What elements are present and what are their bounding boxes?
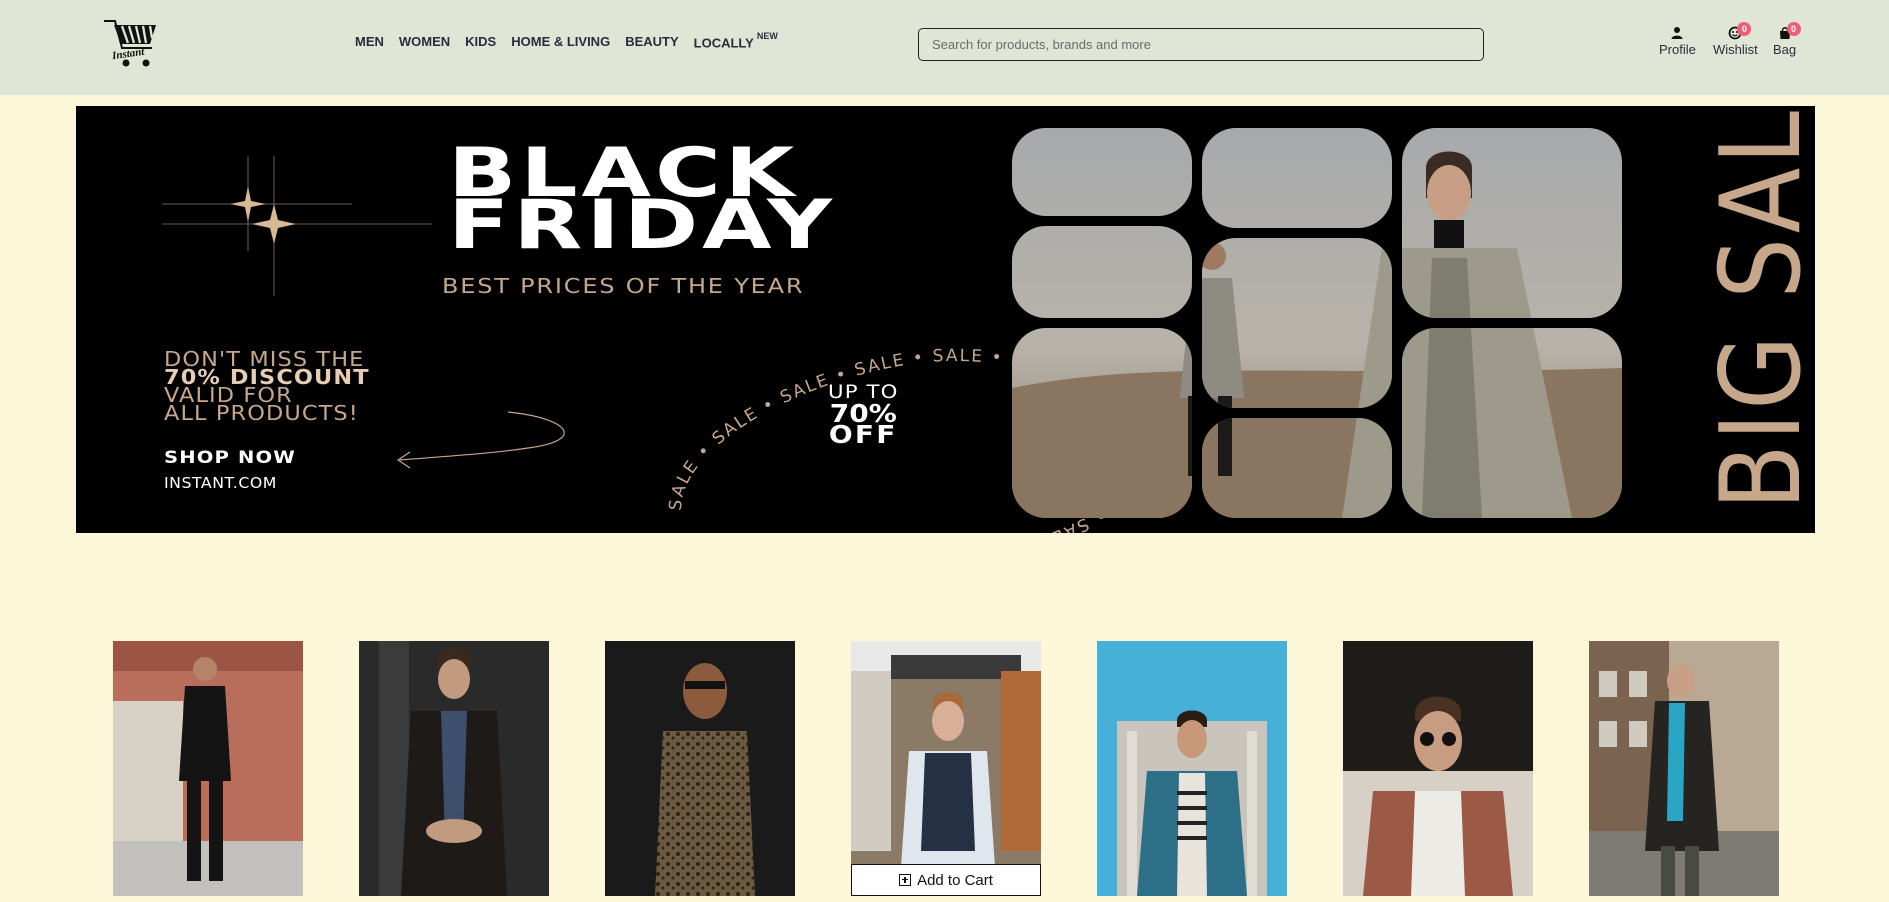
nav-label: WOMEN	[398, 34, 451, 49]
main-nav: MEN WOMEN KIDS HOME & LIVING BEAUTY LOCA…	[355, 31, 793, 51]
product-image	[113, 641, 303, 896]
promo-text: DON'T MISS THE 70% DISCOUNT VALID FOR AL…	[164, 349, 370, 425]
product-image	[359, 641, 549, 896]
person-icon	[1670, 26, 1684, 40]
bag-label: Bag	[1773, 42, 1797, 57]
nav-locally[interactable]: LOCALLY NEW	[693, 31, 778, 51]
search-input[interactable]	[918, 28, 1484, 61]
cart-logo-icon	[104, 20, 156, 67]
nav-women[interactable]: WOMEN	[399, 34, 450, 50]
product-image	[1343, 641, 1533, 896]
bag-count-badge: 0	[1786, 22, 1801, 36]
title-line: FRIDAY	[448, 186, 836, 265]
heart-icon: 0	[1728, 22, 1752, 40]
bag-button[interactable]: 0 Bag	[1773, 22, 1801, 57]
profile-label: Profile	[1659, 42, 1696, 57]
product-image	[1097, 641, 1287, 896]
promo-line: ALL PRODUCTS!	[164, 401, 359, 425]
nav-label: KIDS	[465, 34, 497, 49]
product-card[interactable]: Add to Cart	[851, 641, 1041, 896]
profile-button[interactable]: Profile	[1659, 26, 1696, 57]
offer-line: OFF	[828, 420, 898, 449]
bag-icon: 0	[1778, 22, 1801, 40]
nav-kids[interactable]: KIDS	[465, 34, 496, 50]
banner-title: BLACK FRIDAY	[448, 140, 836, 265]
product-card[interactable]	[1589, 641, 1779, 896]
add-to-cart-label: Add to Cart	[917, 871, 993, 889]
sparkle-icon	[162, 156, 432, 296]
big-sale-vertical-text: BIG SALE	[1696, 106, 1815, 510]
product-image	[1589, 641, 1779, 896]
new-tag: NEW	[756, 31, 778, 41]
instant-logo[interactable]: Instant	[100, 18, 164, 72]
nav-label: BEAUTY	[625, 34, 679, 49]
site-url: INSTANT.COM	[164, 474, 277, 492]
models-photo	[1012, 128, 1622, 518]
wishlist-label: Wishlist	[1713, 42, 1758, 57]
product-card[interactable]	[1343, 641, 1533, 896]
shop-now-link[interactable]: SHOP NOW	[164, 448, 296, 468]
nav-label: MEN	[355, 34, 384, 49]
nav-home-living[interactable]: HOME & LIVING	[511, 34, 610, 50]
product-image	[605, 641, 795, 896]
curved-arrow-icon	[396, 411, 565, 469]
product-image	[851, 641, 1041, 896]
nav-label: HOME & LIVING	[511, 34, 611, 49]
black-friday-banner[interactable]: BLACK FRIDAY BEST PRICES OF THE YEAR DON…	[76, 106, 1815, 533]
banner-subtitle: BEST PRICES OF THE YEAR	[442, 274, 805, 298]
wishlist-count-badge: 0	[1737, 22, 1752, 36]
wishlist-button[interactable]: 0 Wishlist	[1713, 22, 1758, 57]
product-card[interactable]	[1097, 641, 1287, 896]
add-square-icon	[899, 874, 912, 886]
nav-beauty[interactable]: BEAUTY	[625, 34, 678, 50]
nav-men[interactable]: MEN	[355, 34, 384, 50]
offer-block: UP TO 70% OFF	[828, 382, 899, 449]
product-card[interactable]	[359, 641, 549, 896]
product-card[interactable]	[605, 641, 795, 896]
nav-label: LOCALLY	[693, 35, 754, 51]
site-header: Instant MEN WOMEN KIDS HOME & LIVING BEA…	[0, 0, 1889, 95]
product-grid: Add to Cart	[113, 641, 1779, 902]
add-to-cart-button[interactable]: Add to Cart	[851, 864, 1041, 896]
product-card[interactable]	[113, 641, 303, 896]
